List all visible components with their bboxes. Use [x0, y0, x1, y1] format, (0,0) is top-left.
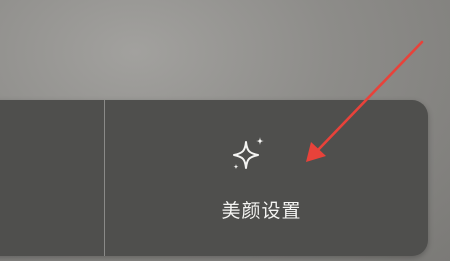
toolbar-item-previous[interactable] — [0, 100, 103, 256]
sparkle-icon — [233, 137, 264, 170]
bottom-toolbar: 美颜设置 — [0, 100, 428, 256]
beauty-settings-label: 美颜设置 — [221, 200, 302, 222]
beauty-settings-button[interactable]: 美颜设置 — [105, 100, 428, 256]
